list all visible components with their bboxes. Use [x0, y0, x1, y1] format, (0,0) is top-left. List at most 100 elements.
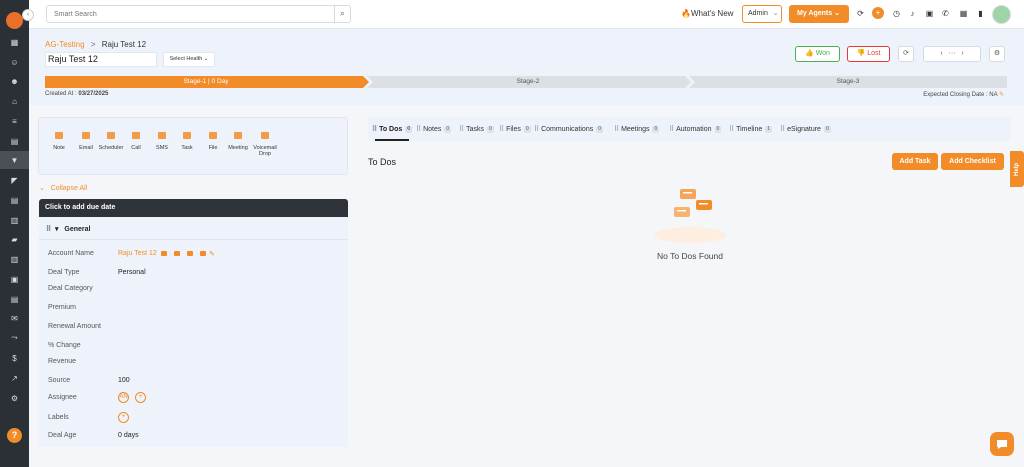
sync-icon[interactable]: ⟳	[855, 9, 866, 18]
action-voicemail-drop[interactable]: Voicemail Drop	[251, 132, 279, 157]
chart-icon[interactable]: ▥	[0, 211, 29, 229]
help-icon[interactable]: ?	[7, 428, 22, 443]
bank-icon[interactable]: ⌂	[0, 92, 29, 110]
tab-count-badge: 0	[652, 125, 660, 133]
general-header[interactable]: ⠿ ▾ General	[46, 225, 90, 233]
megaphone-icon[interactable]: ◤	[0, 171, 29, 189]
add-label-icon[interactable]: +	[118, 412, 129, 423]
assignee-avatar[interactable]: AN	[118, 392, 129, 403]
building-icon[interactable]: ▥	[0, 250, 29, 268]
help-tab[interactable]: Help	[1010, 151, 1024, 187]
deal-name-field[interactable]: Raju Test 12	[45, 52, 157, 67]
bell-icon[interactable]: ♪	[907, 9, 918, 18]
mail-icon[interactable]: ✉	[0, 309, 29, 327]
document-icon[interactable]: ▤	[0, 191, 29, 209]
won-button[interactable]: 👍 Won	[795, 46, 840, 62]
search-input[interactable]	[47, 6, 332, 22]
action-note[interactable]: Note	[45, 132, 73, 151]
chat-widget-button[interactable]	[990, 432, 1014, 456]
due-date-bar[interactable]: Click to add due date	[39, 199, 348, 217]
people-icon[interactable]: ☻	[0, 72, 29, 90]
tab-tasks[interactable]: ⠿ Tasks 0	[459, 125, 494, 133]
whats-new-link[interactable]: What's New	[691, 9, 733, 18]
action-task[interactable]: Task	[173, 132, 201, 151]
add-icon[interactable]: +	[872, 7, 884, 19]
action-sms[interactable]: SMS	[148, 132, 176, 151]
add-checklist-button[interactable]: Add Checklist	[941, 153, 1004, 170]
expected-closing-label: Expected Closing Date : NA	[923, 92, 998, 98]
expected-closing[interactable]: Expected Closing Date : NA ✎	[923, 91, 1004, 98]
sms-icon[interactable]	[200, 251, 206, 256]
tab-esignature[interactable]: ⠿ eSignature 0	[780, 125, 831, 133]
calendar-icon[interactable]	[187, 251, 193, 256]
tab-to-dos[interactable]: ⠿ To Dos 0	[372, 125, 413, 133]
phone-icon[interactable]	[161, 251, 167, 256]
folder-icon[interactable]: ▰	[0, 230, 29, 248]
refresh-button[interactable]: ⟳	[898, 46, 914, 62]
book-icon[interactable]: ▤	[0, 132, 29, 150]
action-file[interactable]: File	[199, 132, 227, 151]
stage-1[interactable]: Stage-1 | 0 Day	[45, 76, 367, 88]
inbox-icon[interactable]: ▤	[0, 290, 29, 308]
top-bar: ⌕ 🔥 What's New Admin ⌄ My Agents ⌄ ⟳ + ◷…	[29, 0, 1024, 29]
tab-count-badge: 0	[823, 125, 831, 133]
edit-icon[interactable]: ✎	[999, 92, 1004, 98]
tab-timeline[interactable]: ⠿ Timeline 1	[729, 125, 773, 133]
scheduler-icon	[107, 132, 115, 139]
action-email[interactable]: Email	[72, 132, 100, 151]
gear-icon[interactable]: ⚙	[989, 46, 1005, 62]
lost-button[interactable]: 👎 Lost	[847, 46, 890, 62]
contacts-icon[interactable]: ☺	[0, 53, 29, 71]
drag-handle-icon[interactable]: ⠿	[46, 226, 51, 233]
dollar-icon[interactable]: $	[0, 349, 29, 367]
collapse-all-link[interactable]: ⌄ Collapse All	[39, 184, 87, 192]
mail-icon[interactable]	[174, 251, 180, 256]
edit-icon[interactable]: ✎	[209, 250, 215, 258]
admin-label: Admin	[748, 10, 768, 17]
stage-2[interactable]: Stage-2	[367, 76, 689, 88]
tab-automation[interactable]: ⠿ Automation 0	[669, 125, 722, 133]
select-health-dropdown[interactable]: Select Health ⌄	[163, 52, 215, 67]
lost-label: Lost	[867, 50, 881, 57]
funnel-icon[interactable]: ▼	[0, 151, 29, 169]
note-icon	[55, 132, 63, 139]
tab-files[interactable]: ⠿ Files 0	[499, 125, 531, 133]
dashboard-icon[interactable]: ▦	[0, 33, 29, 51]
action-scheduler[interactable]: Scheduler	[97, 132, 125, 151]
sidebar-collapse-toggle[interactable]: ‹	[22, 9, 34, 21]
my-agents-dropdown[interactable]: My Agents ⌄	[789, 5, 849, 23]
more-icon[interactable]: ···	[949, 50, 956, 57]
field-label: Revenue	[48, 358, 77, 365]
search-icon[interactable]: ⌕	[334, 6, 350, 22]
list-icon[interactable]: ≡	[0, 112, 29, 130]
calendar-icon[interactable]: ▣	[0, 270, 29, 288]
chevron-down-icon: ⌄	[772, 10, 779, 17]
phone-icon[interactable]: ✆	[940, 9, 951, 18]
add-assignee-icon[interactable]: +	[135, 392, 146, 403]
user-avatar[interactable]	[992, 5, 1011, 24]
tab-label: Notes	[423, 126, 442, 133]
trend-icon[interactable]: ↗	[0, 369, 29, 387]
settings-icon[interactable]: ⚙	[0, 389, 29, 407]
breadcrumb-parent[interactable]: AG-Testing	[45, 40, 85, 49]
stage-3[interactable]: Stage-3	[689, 76, 1007, 88]
routing-icon[interactable]: ⤳	[0, 329, 29, 347]
app-logo[interactable]	[6, 12, 23, 29]
field-label: Deal Age	[48, 432, 77, 439]
prev-icon[interactable]: ‹	[940, 50, 942, 57]
field-value[interactable]: Raju Test 12	[118, 250, 157, 257]
meeting-icon	[234, 132, 242, 139]
tab-communications[interactable]: ⠿ Communications 0	[534, 125, 603, 133]
clock-icon[interactable]: ◷	[891, 9, 902, 18]
action-meeting[interactable]: Meeting	[224, 132, 252, 151]
checkin-icon[interactable]: ▣	[924, 9, 935, 18]
select-health-label: Select Health	[169, 56, 203, 62]
next-icon[interactable]: ›	[961, 50, 963, 57]
add-task-button[interactable]: Add Task	[892, 153, 938, 170]
tab-notes[interactable]: ⠿ Notes 0	[416, 125, 452, 133]
battery-icon[interactable]: ▮	[975, 9, 986, 18]
chip-icon[interactable]: ▦	[958, 9, 969, 18]
tab-meetings[interactable]: ⠿ Meetings 0	[614, 125, 660, 133]
admin-dropdown[interactable]: Admin ⌄	[742, 5, 782, 23]
action-call[interactable]: Call	[122, 132, 150, 151]
